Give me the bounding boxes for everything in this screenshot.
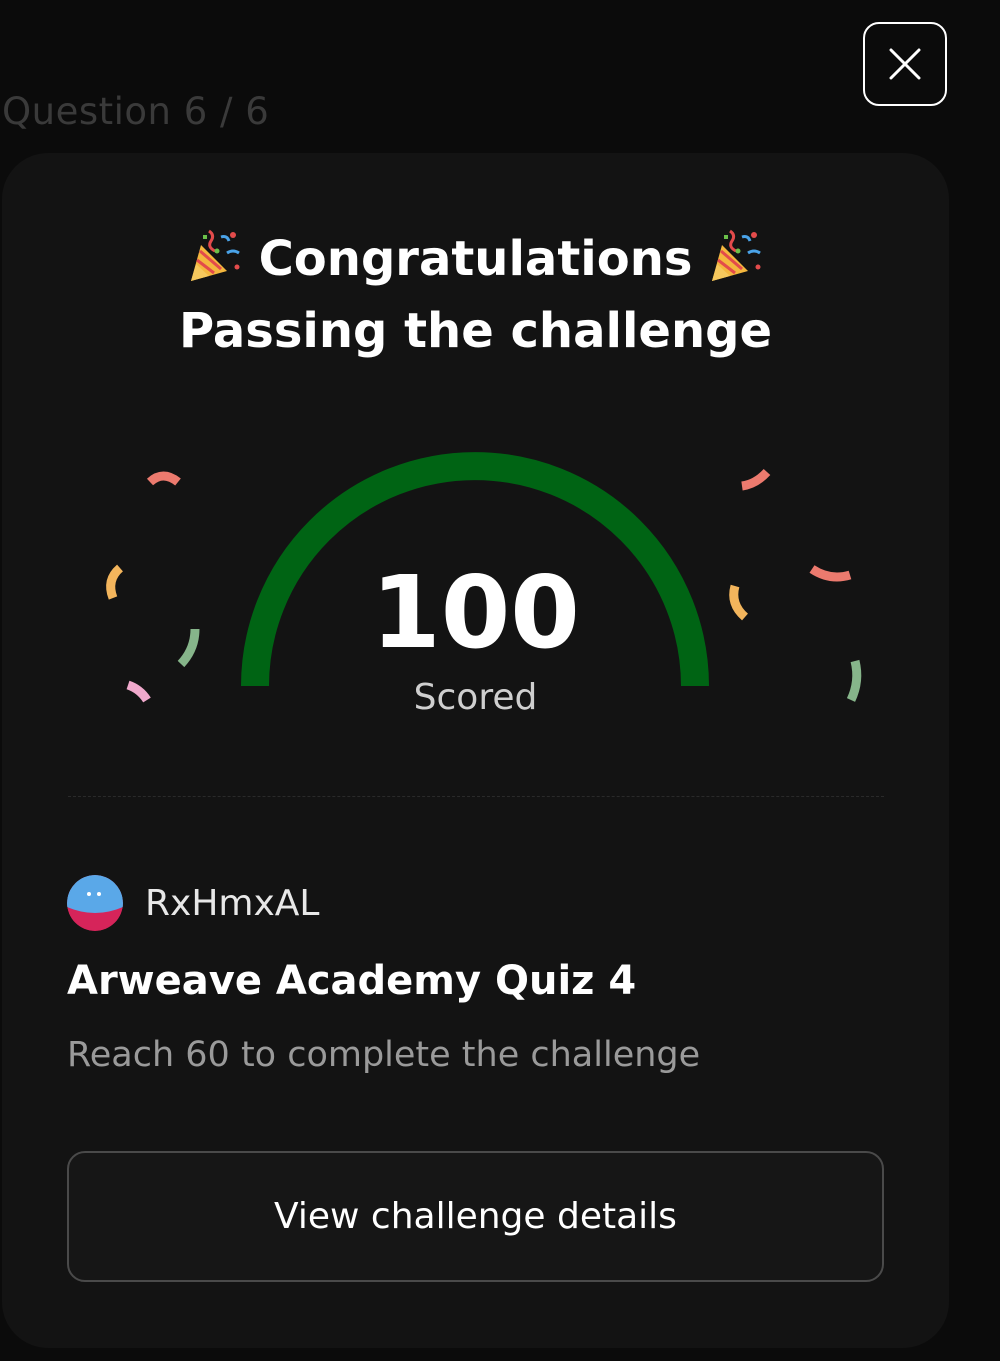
quiz-title: Arweave Academy Quiz 4 bbox=[67, 958, 637, 1004]
confetti-piece bbox=[741, 468, 771, 491]
close-button[interactable] bbox=[863, 22, 947, 106]
close-icon bbox=[889, 48, 921, 80]
divider bbox=[68, 796, 884, 797]
view-challenge-details-button[interactable]: View challenge details bbox=[67, 1151, 884, 1282]
score-gauge bbox=[106, 452, 862, 703]
result-card: Congratulations Passing the challenge 10… bbox=[2, 153, 949, 1348]
score-label: Scored bbox=[413, 677, 538, 718]
creator-name: RxHmxAL bbox=[145, 882, 320, 924]
question-counter: Question 6 / 6 bbox=[2, 90, 270, 133]
creator-row: RxHmxAL bbox=[67, 875, 319, 931]
avatar bbox=[67, 875, 123, 931]
score-value: 100 bbox=[371, 554, 580, 671]
confetti-piece bbox=[146, 471, 181, 486]
quiz-requirement: Reach 60 to complete the challenge bbox=[67, 1035, 701, 1075]
